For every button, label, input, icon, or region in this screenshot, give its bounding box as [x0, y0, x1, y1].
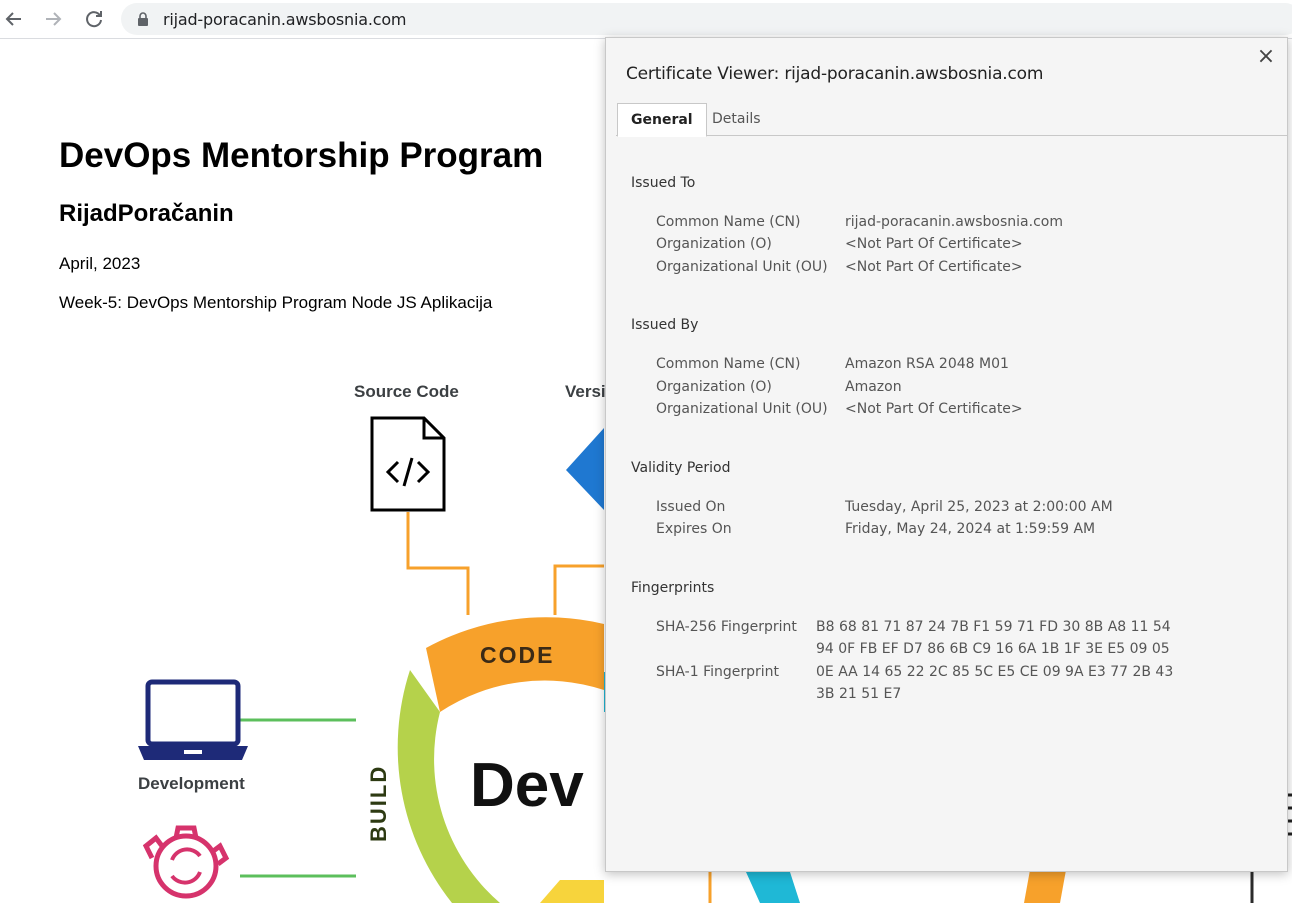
devops-center-label: Dev [470, 751, 584, 820]
issued-by-ou-value: <Not Part Of Certificate> [845, 401, 1023, 417]
version-control-icon [566, 428, 604, 510]
sha256-line-1: B8 68 81 71 87 24 7B F1 59 71 FD 30 8B A… [816, 619, 1171, 635]
laptop-icon [138, 679, 248, 760]
issued-on-label: Issued On [656, 499, 726, 515]
sha1-value: 0E AA 14 65 22 2C 85 5C E5 CE 09 9A E3 7… [816, 661, 1176, 705]
sha1-line-2: 3B 21 51 E7 [816, 686, 902, 702]
forward-button[interactable] [40, 6, 66, 32]
development-label: Development [138, 774, 245, 793]
issued-to-cn-value: rijad-poracanin.awsbosnia.com [845, 214, 1063, 230]
expires-on-value: Friday, May 24, 2024 at 1:59:59 AM [845, 521, 1096, 537]
issued-on-value: Tuesday, April 25, 2023 at 2:00:00 AM [845, 499, 1113, 515]
gear-sync-icon [142, 825, 230, 899]
arrow-right-icon [46, 12, 62, 26]
issued-by-o-label: Organization (O) [656, 379, 772, 395]
reload-icon [86, 11, 102, 28]
tab-details[interactable]: Details [699, 103, 774, 135]
lock-icon[interactable] [137, 12, 149, 26]
address-bar[interactable]: rijad-poracanin.awsbosnia.com [121, 3, 1292, 35]
expires-on-label: Expires On [656, 521, 732, 537]
code-stage-label: CODE [480, 642, 555, 668]
sha1-line-1: 0E AA 14 65 22 2C 85 5C E5 CE 09 9A E3 7… [816, 664, 1174, 680]
certificate-viewer-dialog: Certificate Viewer: rijad-poracanin.awsb… [605, 37, 1288, 872]
fingerprints-heading: Fingerprints [631, 580, 715, 596]
back-button[interactable] [1, 6, 27, 32]
author-name: RijadPoračanin [59, 200, 234, 227]
sha256-value: B8 68 81 71 87 24 7B F1 59 71 FD 30 8B A… [816, 616, 1176, 660]
issued-by-cn-value: Amazon RSA 2048 M01 [845, 356, 1009, 372]
page-date: April, 2023 [59, 254, 141, 273]
browser-toolbar: rijad-poracanin.awsbosnia.com [0, 0, 1292, 39]
page-title: DevOps Mentorship Program [59, 136, 544, 175]
sha256-label: SHA-256 Fingerprint [656, 619, 797, 635]
code-file-icon [370, 416, 446, 512]
close-icon[interactable]: × [1255, 46, 1277, 68]
arrow-left-icon [5, 12, 21, 26]
issued-to-heading: Issued To [631, 175, 696, 191]
issued-by-heading: Issued By [631, 317, 699, 333]
url-text[interactable]: rijad-poracanin.awsbosnia.com [163, 10, 407, 29]
issued-to-ou-label: Organizational Unit (OU) [656, 259, 828, 275]
issued-by-cn-label: Common Name (CN) [656, 356, 801, 372]
issued-by-ou-label: Organizational Unit (OU) [656, 401, 828, 417]
reload-button[interactable] [81, 6, 107, 32]
sha1-label: SHA-1 Fingerprint [656, 664, 780, 680]
tab-general[interactable]: General [617, 103, 707, 137]
issued-by-o-value: Amazon [845, 379, 902, 395]
dialog-title: Certificate Viewer: rijad-poracanin.awsb… [626, 64, 1044, 84]
validity-heading: Validity Period [631, 460, 731, 476]
issued-to-o-label: Organization (O) [656, 236, 772, 252]
tab-bar: General Details [616, 103, 1287, 137]
issued-to-ou-value: <Not Part Of Certificate> [845, 259, 1023, 275]
sha256-line-2: 94 0F FB EF D7 86 6B C9 16 6A 1B 1F 3E E… [816, 641, 1170, 657]
build-stage-label: BUILD [366, 764, 391, 842]
issued-to-o-value: <Not Part Of Certificate> [845, 236, 1023, 252]
page-subtitle: Week-5: DevOps Mentorship Program Node J… [59, 293, 493, 312]
issued-to-cn-label: Common Name (CN) [656, 214, 801, 230]
